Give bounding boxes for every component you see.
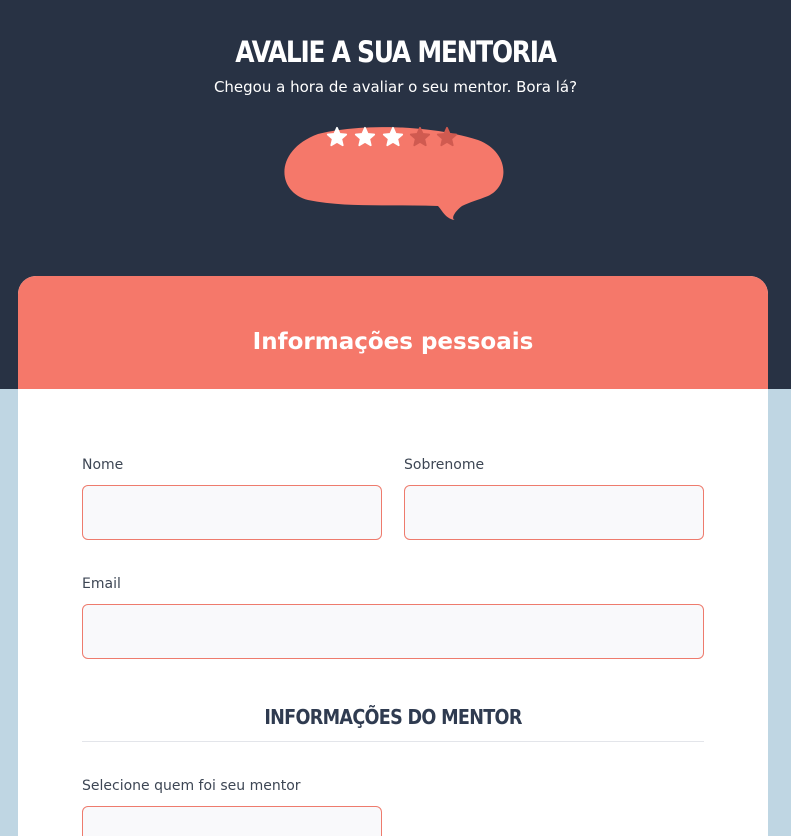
last-name-field[interactable] [404,485,704,540]
page-title: AVALIE A SUA MENTORIA [235,35,557,69]
email-field[interactable] [82,604,704,659]
section-divider [82,741,704,742]
page-subtitle: Chegou a hora de avaliar o seu mentor. B… [213,78,578,96]
mentor-info-title: INFORMAÇÕES DO MENTOR [264,705,522,729]
first-name-field[interactable] [82,485,382,540]
form-card: Informações pessoais Nome Sobrenome Emai… [18,276,768,836]
personal-info-header: Informações pessoais [18,276,768,389]
star-icon-3[interactable] [382,126,404,148]
star-rating-bubble [278,126,508,222]
first-name-label: Nome [82,457,124,473]
star-icon-1[interactable] [326,126,348,148]
star-icon-4[interactable] [409,126,431,148]
last-name-label: Sobrenome [404,457,485,473]
mentor-select-label: Selecione quem foi seu mentor [82,778,301,794]
star-icon-5[interactable] [436,126,458,148]
email-label: Email [82,576,121,592]
star-icon-2[interactable] [354,126,376,148]
personal-info-title: Informações pessoais [252,329,534,355]
mentor-select[interactable] [82,806,382,836]
